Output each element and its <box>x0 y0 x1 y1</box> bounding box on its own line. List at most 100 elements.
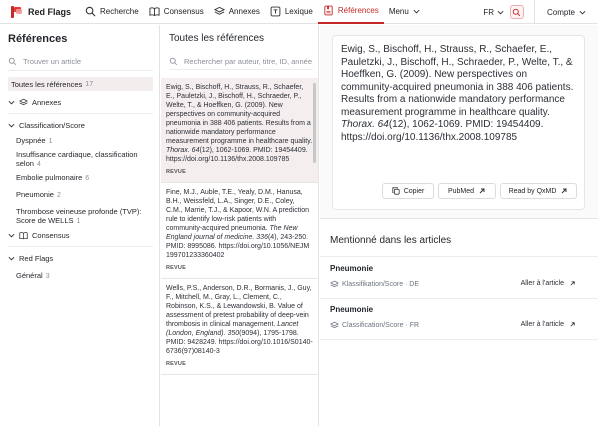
link-label: Aller à l'article <box>520 280 564 287</box>
count-badge: 2 <box>56 192 61 199</box>
sidebar-item-general[interactable]: Général 3 <box>8 271 153 281</box>
sidebar-item-label: Embolie pulmonaire <box>16 173 83 182</box>
mention-item[interactable]: Pneumonie Klassifikation/Score · DE Alle… <box>330 264 588 289</box>
account-menu[interactable]: Compte <box>535 8 598 17</box>
nav-label: Lexique <box>284 7 313 16</box>
reference-citation: Ewig, S., Bischoff, H., Strauss, R., Sch… <box>166 83 313 164</box>
book-icon <box>19 232 28 240</box>
sidebar-item-label: Pneumonie <box>16 190 54 199</box>
reference-item[interactable]: Ewig, S., Bischoff, H., Strauss, R., Sch… <box>161 78 318 183</box>
external-link-icon <box>562 188 567 194</box>
search-placeholder: Rechercher par auteur, titre, ID, année <box>184 57 312 66</box>
sidebar-item-insuffisance-cardiaque[interactable]: Insuffisance cardiaque, classification s… <box>8 150 153 169</box>
citation-actions: Copier PubMed Read by QxMD <box>382 183 581 199</box>
external-link-icon <box>570 322 575 327</box>
sidebar-item-all-references[interactable]: Toutes les références 17 <box>8 77 153 91</box>
layers-icon <box>213 6 225 15</box>
article-search-input[interactable]: Trouver un article <box>8 55 153 71</box>
nav-label: Consensus <box>163 7 204 16</box>
layers-icon <box>330 321 339 329</box>
count-badge: 1 <box>48 138 53 145</box>
top-navigation-bar: Red Flags Recherche Consensus Annexes Le… <box>0 0 598 24</box>
sidebar-item-embolie-pulmonaire[interactable]: Embolie pulmonaire 6 <box>8 173 153 183</box>
book-icon <box>149 7 160 17</box>
copy-button[interactable]: Copier <box>382 183 434 199</box>
nav-item-annexes[interactable]: Annexes <box>209 0 265 24</box>
main-nav: Recherche Consensus Annexes Lexique Réfé… <box>80 0 429 24</box>
full-citation: Ewig, S., Bischoff, H., Strauss, R., Sch… <box>341 44 576 144</box>
reference-list: Ewig, S., Bischoff, H., Strauss, R., Sch… <box>161 78 318 375</box>
mention-title: Pneumonie <box>330 264 374 273</box>
quick-search-button[interactable] <box>509 5 524 19</box>
chevron-down-icon <box>8 123 15 128</box>
references-sidebar: Références Trouver un article Toutes les… <box>0 25 160 426</box>
bookmark-doc-icon <box>324 5 333 16</box>
list-title: Toutes les références <box>169 33 265 44</box>
goto-article-link[interactable]: Aller à l'article <box>521 280 576 287</box>
sidebar-item-label: Dyspnée <box>16 136 46 145</box>
red-flags-logo-icon <box>10 5 22 18</box>
link-label: Aller à l'article <box>520 321 564 328</box>
reference-citation: Wells, P.S., Anderson, D.R., Bormanis, J… <box>166 284 313 356</box>
search-icon <box>8 57 17 66</box>
sidebar-item-tvp-wells[interactable]: Thrombose veineuse profonde (TVP): Score… <box>8 207 153 226</box>
button-label: PubMed <box>447 187 475 195</box>
group-red-flags[interactable]: Red Flags <box>8 252 153 265</box>
nav-item-references[interactable]: Références <box>317 0 384 24</box>
nav-label: Références <box>337 6 379 15</box>
sidebar-item-label: Toutes les références <box>11 79 83 89</box>
layers-icon <box>19 98 28 106</box>
group-annexes[interactable]: Annexes <box>8 96 153 109</box>
chevron-down-icon <box>497 10 504 14</box>
copy-icon <box>392 187 400 195</box>
search-icon <box>169 57 178 66</box>
reference-item[interactable]: Wells, P.S., Anderson, D.R., Bormanis, J… <box>161 279 318 375</box>
sidebar-item-pneumonie[interactable]: Pneumonie 2 <box>8 190 153 200</box>
count-badge: 17 <box>85 80 94 88</box>
pubmed-button[interactable]: PubMed <box>438 183 496 199</box>
group-consensus[interactable]: Consensus <box>8 229 153 242</box>
group-classification-score[interactable]: Classification/Score <box>8 119 153 132</box>
mentioned-in-articles: Mentionné dans les articles Pneumonie Kl… <box>320 218 598 426</box>
nav-item-menu[interactable]: Menu <box>384 0 429 24</box>
chevron-down-icon <box>413 9 420 14</box>
reference-type-badge: REVUE <box>166 169 186 175</box>
goto-article-link[interactable]: Aller à l'article <box>521 321 576 328</box>
reference-citation: Fine, M.J., Auble, T.E., Yealy, D.M., Ha… <box>166 188 313 260</box>
citation-journal: Thorax. 64 <box>341 119 389 130</box>
chevron-down-icon <box>8 100 15 105</box>
reference-type-badge: REVUE <box>166 361 186 367</box>
top-right-controls: FR Compte <box>483 0 598 24</box>
mention-item[interactable]: Pneumonie Classification/Score · FR Alle… <box>330 305 588 330</box>
sidebar-item-label: Insuffisance cardiaque, classification s… <box>16 150 138 168</box>
button-label: Copier <box>403 187 425 195</box>
search-icon <box>85 6 96 17</box>
read-by-qxmd-button[interactable]: Read by QxMD <box>500 183 577 199</box>
language-select[interactable]: FR <box>483 8 510 17</box>
reference-detail-panel: Ewig, S., Bischoff, H., Strauss, R., Sch… <box>320 25 598 426</box>
group-label: Classification/Score <box>19 121 85 130</box>
group-label: Consensus <box>32 231 70 240</box>
scrollbar-thumb[interactable] <box>313 83 316 163</box>
divider <box>8 113 153 114</box>
reference-item[interactable]: Fine, M.J., Auble, T.E., Yealy, D.M., Ha… <box>161 183 318 279</box>
search-icon <box>513 8 521 16</box>
sidebar-item-dyspnee[interactable]: Dyspnée 1 <box>8 136 153 146</box>
citation-text: Ewig, S., Bischoff, H., Strauss, R., Sch… <box>341 44 574 118</box>
chevron-down-icon <box>579 10 586 14</box>
external-link-icon <box>570 281 575 286</box>
sidebar-title: Références <box>8 33 68 45</box>
citation-text: Ewig, S., Bischoff, H., Strauss, R., Sch… <box>166 84 313 145</box>
nav-label: Recherche <box>100 7 139 16</box>
button-label: Read by QxMD <box>508 187 557 195</box>
count-badge: 4 <box>36 161 41 168</box>
brand[interactable]: Red Flags <box>0 5 80 18</box>
reference-search-input[interactable]: Rechercher par auteur, titre, ID, année <box>169 54 313 70</box>
layers-icon <box>330 280 339 288</box>
count-badge: 6 <box>85 175 90 182</box>
group-label: Annexes <box>32 98 62 107</box>
nav-item-recherche[interactable]: Recherche <box>80 0 144 24</box>
citation-card: Ewig, S., Bischoff, H., Strauss, R., Sch… <box>332 35 585 210</box>
nav-item-consensus[interactable]: Consensus <box>144 0 209 24</box>
nav-item-lexique[interactable]: Lexique <box>265 0 318 24</box>
